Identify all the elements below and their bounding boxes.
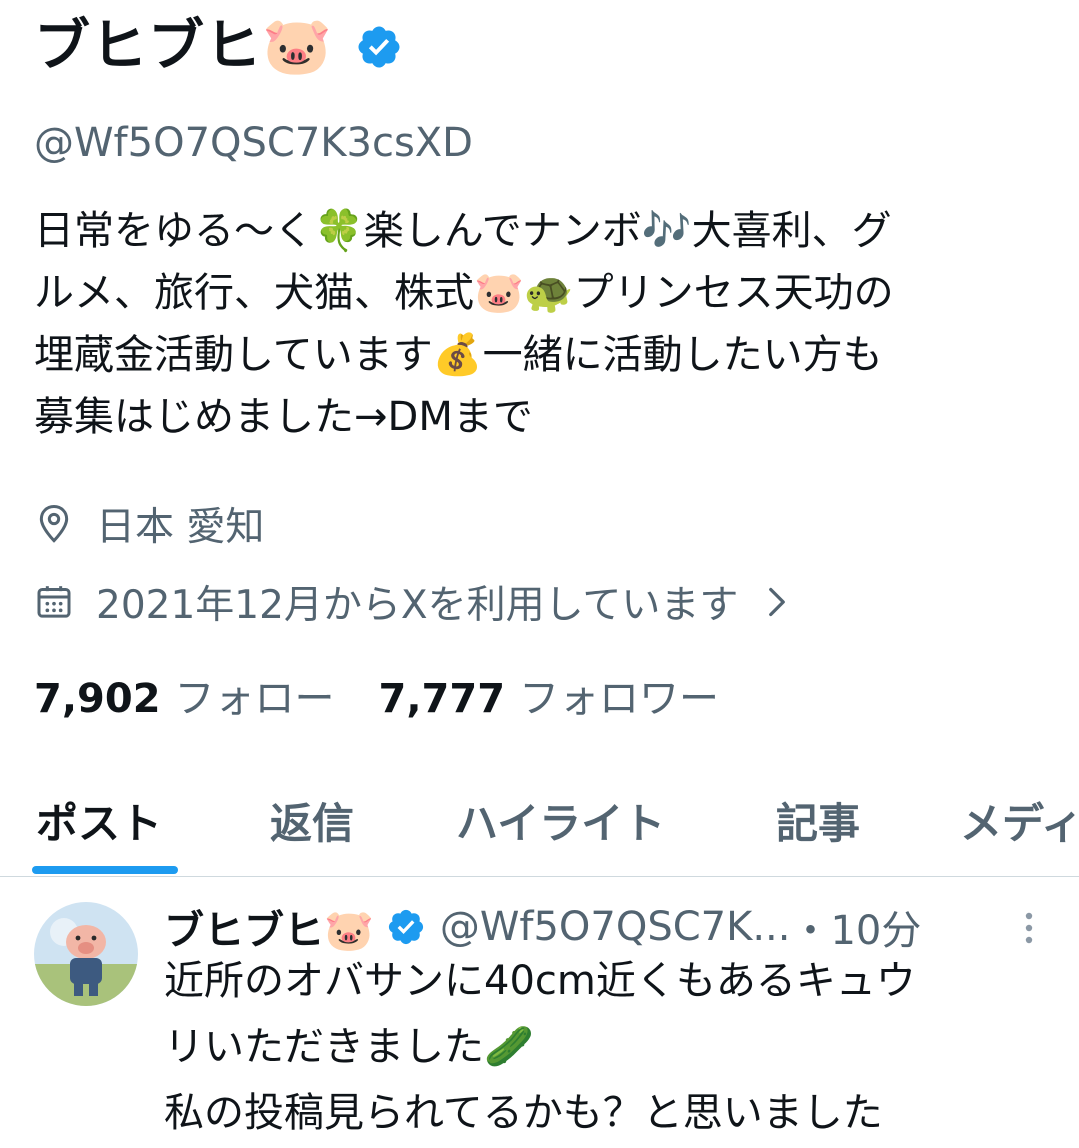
- location-text: 日本 愛知: [96, 505, 265, 550]
- profile-bio: 日常をゆる〜く🍀楽しんでナンボ🎶大喜利、グ ルメ、旅行、犬猫、株式🐷🐢プリンセス…: [34, 208, 894, 440]
- more-options-icon[interactable]: [1022, 910, 1036, 950]
- location-row: 日本 愛知: [34, 496, 264, 552]
- tab-replies[interactable]: 返信: [270, 790, 354, 851]
- active-tab-indicator: [32, 866, 178, 874]
- following-link[interactable]: 7,902 フォロー: [34, 666, 335, 724]
- joined-row[interactable]: 2021年12月からXを利用しています: [34, 574, 814, 630]
- tab-articles[interactable]: 記事: [776, 790, 860, 851]
- follow-counts: 7,902 フォロー 7,777 フォロワー: [34, 666, 719, 724]
- profile-name-row: ブヒブヒ🐷: [34, 14, 403, 80]
- tab-highlights[interactable]: ハイライト: [456, 790, 665, 851]
- following-count: 7,902: [34, 676, 161, 722]
- profile-tabs: ポスト 返信 ハイライト 記事 メディア: [0, 772, 1079, 877]
- display-name: ブヒブヒ🐷: [34, 14, 333, 79]
- post-text: 近所のオバサンに40cm近くもあるキュウ リいただきました🥒 私の投稿見られてる…: [164, 958, 916, 1136]
- followers-label: フォロワー: [519, 676, 720, 722]
- tab-posts[interactable]: ポスト: [36, 790, 162, 851]
- verified-badge-icon: [388, 909, 423, 945]
- following-label: フォロー: [174, 676, 335, 722]
- location-pin-icon: [39, 504, 69, 543]
- chevron-right-icon: [769, 587, 786, 617]
- followers-count: 7,777: [378, 676, 506, 722]
- avatar[interactable]: [34, 902, 138, 1006]
- pig-avatar-image: [34, 902, 138, 1006]
- followers-link[interactable]: 7,777 フォロワー: [379, 666, 720, 724]
- verified-badge-icon[interactable]: [355, 23, 403, 71]
- profile-handle: @Wf5O7QSC7K3csXD: [34, 120, 473, 166]
- post-author-handle[interactable]: @Wf5O7QSC7K...: [440, 904, 791, 950]
- tab-media[interactable]: メディア: [960, 790, 1079, 851]
- joined-text: 2021年12月からXを利用しています: [96, 583, 739, 628]
- calendar-icon: [37, 586, 71, 618]
